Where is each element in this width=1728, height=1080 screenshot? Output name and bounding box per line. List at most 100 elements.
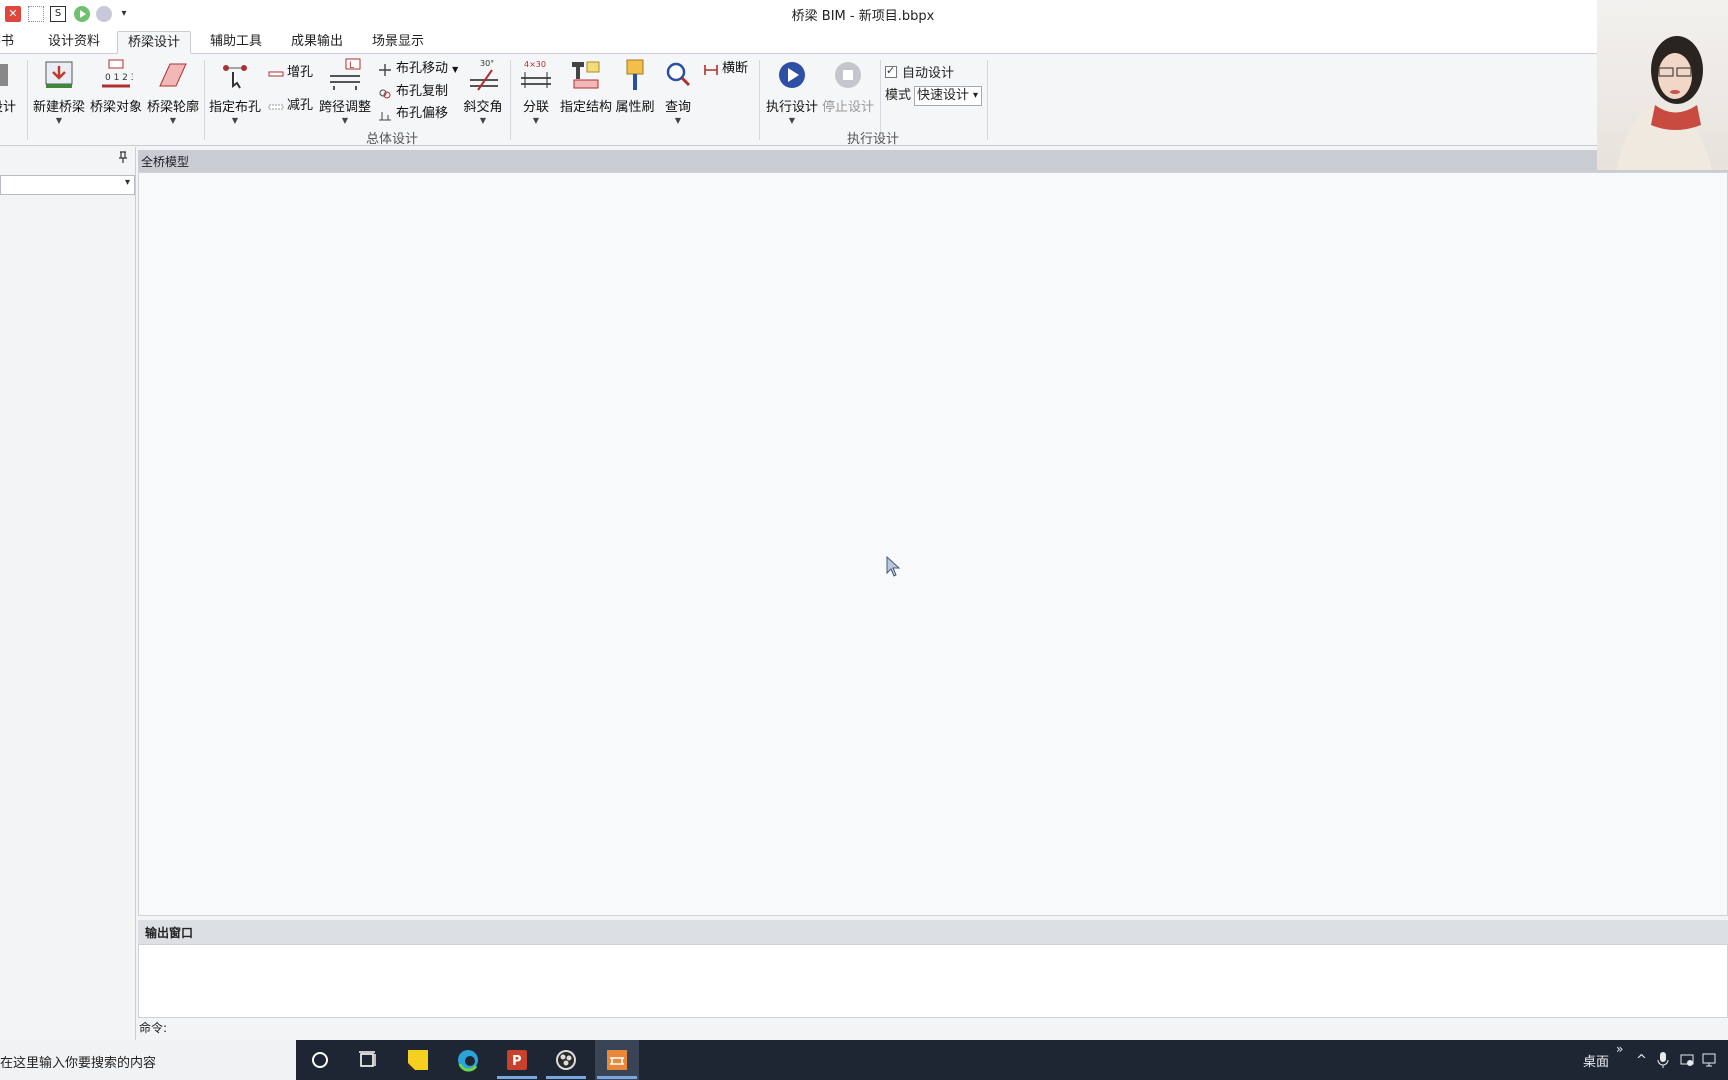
group-label-execute-design: 执行设计 (847, 132, 900, 147)
customize-quick-access-icon[interactable]: ▾ (118, 6, 130, 22)
query-button[interactable]: 查询 ▼ (660, 58, 696, 127)
model-view-header: 全桥模型 (138, 150, 1728, 172)
left-panel-dropdown[interactable] (0, 175, 135, 195)
skew-angle-icon-text: 30° (480, 59, 494, 68)
obs-icon[interactable] (553, 1048, 579, 1072)
new-bridge-button[interactable]: 新建桥梁 ▼ (32, 58, 86, 127)
assign-structure-button[interactable]: 指定结构 (559, 58, 613, 115)
grid-icon[interactable] (28, 6, 44, 22)
property-brush-button[interactable]: 属性刷 (615, 58, 655, 115)
edge-browser-icon[interactable] (455, 1048, 481, 1072)
assign-holes-icon (218, 58, 252, 92)
cross-section-label: 横断 (722, 61, 749, 76)
skew-angle-label: 斜交角 (463, 100, 503, 115)
group-label-overall-design: 总体设计 (366, 132, 419, 147)
checkbox-checked-icon[interactable] (885, 64, 897, 78)
save-icon[interactable]: S (50, 6, 66, 22)
span-adjust-icon: L (328, 58, 362, 92)
output-window-title: 输出窗口 (145, 926, 194, 940)
powerpoint-icon[interactable]: P (504, 1048, 530, 1072)
hole-copy-button[interactable]: 布孔复制 (377, 82, 448, 102)
tab-output[interactable]: 成果输出 (281, 31, 353, 54)
add-hole-button[interactable]: 增孔 (268, 63, 313, 83)
tab-scene-display[interactable]: 场景显示 (362, 31, 434, 54)
ribbon-tabs: 导书 设计资料 桥梁设计 辅助工具 成果输出 场景显示 (0, 28, 1600, 54)
svg-text:P: P (512, 1054, 522, 1069)
hole-copy-label: 布孔复制 (396, 84, 449, 99)
move-icon (377, 63, 393, 76)
bridge-object-button[interactable]: 0 1 2 3 桥梁对象 (89, 58, 143, 115)
assign-holes-button[interactable]: 指定布孔 ▼ (208, 58, 262, 127)
presenter-photo (1617, 36, 1712, 170)
command-line[interactable]: 命令: (138, 1018, 1728, 1040)
ribbon-separator (510, 60, 511, 140)
skew-angle-icon: 30° (466, 58, 500, 92)
tab-guide[interactable]: 导书 (0, 31, 24, 54)
design-partial-button[interactable]: 设计 (0, 58, 20, 115)
chevron-down-icon[interactable]: ▼ (32, 115, 86, 127)
toolbar-overflow-icon[interactable]: » (1616, 1042, 1623, 1056)
span-adjust-label: 跨径调整 (318, 100, 371, 115)
microphone-icon[interactable] (1657, 1051, 1669, 1073)
tab-aux-tools[interactable]: 辅助工具 (200, 31, 272, 54)
tray-expand-icon[interactable]: ^ (1636, 1053, 1647, 1068)
chevron-down-icon[interactable]: ▼ (764, 115, 820, 127)
auto-design-checkbox[interactable]: 自动设计 (885, 62, 954, 81)
ribbon-separator (204, 60, 205, 140)
output-window-body[interactable] (138, 944, 1728, 1018)
copy-icon (377, 86, 393, 98)
desktop-toolbar-label[interactable]: 桌面 (1583, 1051, 1609, 1070)
taskbar-search-placeholder: 在这里输入你要搜索的内容 (0, 1056, 157, 1071)
chevron-down-icon[interactable]: ▼ (318, 115, 372, 127)
chevron-down-icon[interactable]: ▼ (660, 115, 696, 127)
query-label: 查询 (664, 100, 691, 115)
split-button[interactable]: 4×30 分联 ▼ (514, 58, 558, 127)
chevron-down-icon[interactable]: ▼ (208, 115, 262, 127)
auto-design-label: 自动设计 (902, 66, 955, 81)
stop-icon[interactable] (96, 6, 112, 22)
mode-select[interactable]: 快速设计 (914, 85, 983, 106)
taskbar-current-app[interactable] (595, 1040, 639, 1080)
split-icon: 4×30 (519, 58, 553, 92)
ribbon-separator (27, 60, 28, 140)
hole-offset-label: 布孔偏移 (396, 106, 449, 121)
hole-move-label: 布孔移动 (396, 61, 449, 76)
bridge-outline-button[interactable]: 桥梁轮廓 ▼ (146, 58, 200, 127)
pin-icon[interactable] (118, 151, 128, 166)
split-label: 分联 (522, 100, 549, 115)
chevron-down-icon[interactable]: ▼ (514, 115, 558, 127)
execute-design-button[interactable]: 执行设计 ▼ (764, 58, 820, 127)
bridge-object-label: 桥梁对象 (89, 100, 142, 115)
command-label: 命令: (139, 1021, 168, 1035)
close-icon[interactable]: ✕ (5, 6, 21, 22)
model-viewport[interactable] (138, 172, 1728, 916)
run-icon[interactable] (74, 6, 90, 22)
add-hole-icon (268, 67, 284, 79)
remove-hole-icon (268, 100, 284, 112)
cross-section-icon (703, 63, 719, 75)
taskbar-active-indicator (597, 1076, 637, 1079)
cross-section-button[interactable]: 横断 (703, 59, 748, 79)
network-icon[interactable] (1701, 1051, 1719, 1073)
chevron-down-icon[interactable]: ▼ (460, 115, 506, 127)
stop-design-button[interactable]: 停止设计 (820, 58, 876, 115)
bridge-object-icon: 0 1 2 3 (99, 58, 137, 92)
hole-offset-button[interactable]: 布孔偏移 (377, 104, 448, 124)
settings-tray-icon[interactable] (1679, 1051, 1695, 1073)
mode-label: 模式 (885, 88, 912, 103)
taskbar-search[interactable]: 在这里输入你要搜索的内容 (0, 1040, 296, 1080)
tab-design-data[interactable]: 设计资料 (38, 31, 110, 54)
span-adjust-button[interactable]: L 跨径调整 ▼ (318, 58, 372, 127)
remove-hole-button[interactable]: 减孔 (268, 96, 313, 116)
title-bar: ✕ S ▾ 桥梁 BIM - 新项目.bbpx (0, 0, 1728, 28)
chevron-down-icon[interactable]: ▼ (146, 115, 200, 127)
tab-bridge-design[interactable]: 桥梁设计 (117, 31, 192, 54)
skew-angle-button[interactable]: 30° 斜交角 ▼ (460, 58, 506, 127)
assign-structure-icon (569, 58, 603, 92)
property-brush-label: 属性刷 (615, 100, 655, 115)
task-view-icon[interactable] (355, 1048, 381, 1072)
sticky-notes-icon[interactable] (405, 1048, 431, 1072)
cortana-icon[interactable] (307, 1048, 333, 1072)
hole-move-button[interactable]: 布孔移动 ▼ (377, 59, 458, 79)
chevron-down-icon[interactable]: ▼ (452, 65, 458, 74)
